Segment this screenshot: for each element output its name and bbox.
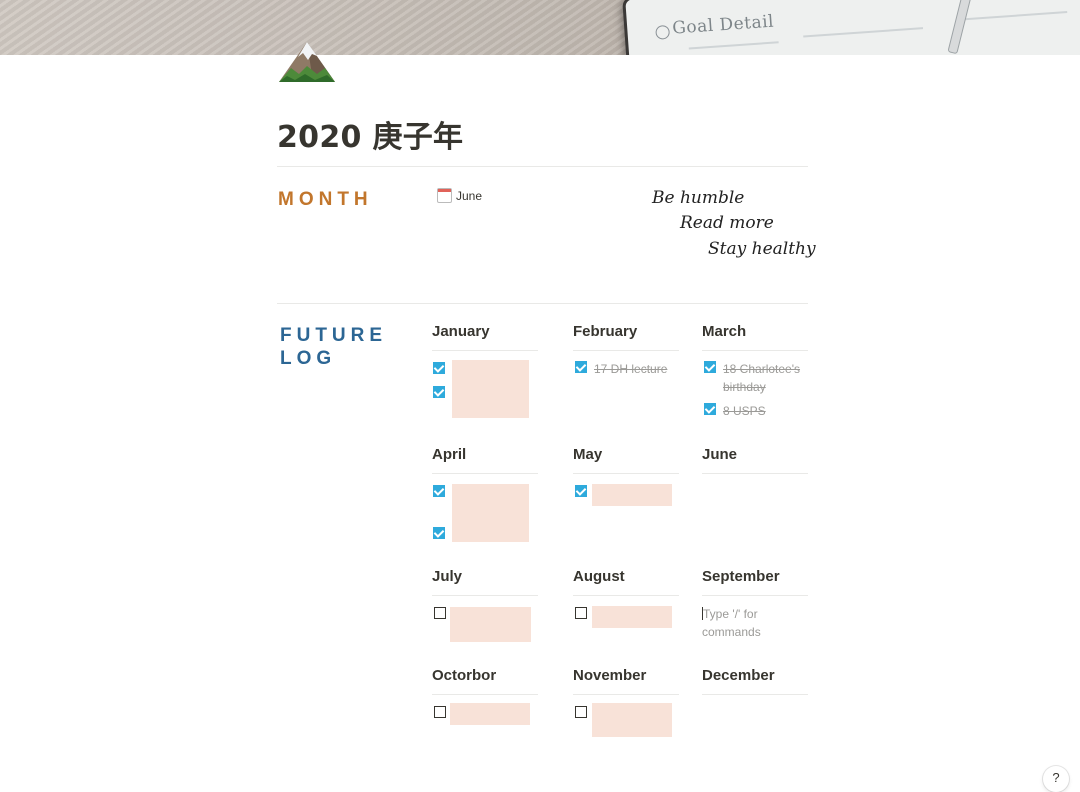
checked-checkbox[interactable] <box>433 485 445 497</box>
motto-line: Read more <box>680 213 774 233</box>
notebook-line <box>803 27 924 38</box>
month-block-february: February <box>573 323 679 351</box>
todo-text[interactable]: 8 USPS <box>723 402 766 420</box>
unchecked-checkbox[interactable] <box>575 706 587 718</box>
month-rule <box>702 350 808 351</box>
month-block-august: August <box>573 568 679 596</box>
checked-checkbox[interactable] <box>433 362 445 374</box>
notebook-line <box>957 11 1068 21</box>
todo-item[interactable] <box>434 606 446 619</box>
calendar-icon <box>437 188 452 203</box>
mountain-icon[interactable] <box>277 38 337 88</box>
month-rule <box>432 694 538 695</box>
motto-line: Stay healthy <box>708 239 816 259</box>
month-block-june: June <box>702 446 808 474</box>
empty-block-placeholder: Type '/' for commands <box>702 607 761 639</box>
month-rule <box>432 595 538 596</box>
month-block-november: November <box>573 667 679 695</box>
month-block-january: January <box>432 323 538 351</box>
month-heading[interactable]: February <box>573 323 679 341</box>
month-rule <box>432 350 538 351</box>
month-block-march: March <box>702 323 808 351</box>
month-block-december: December <box>702 667 808 695</box>
checked-checkbox[interactable] <box>704 403 716 415</box>
todo-text[interactable]: 17 DH lecture <box>594 360 667 378</box>
todo-text[interactable]: 18 Charlotee's birthday <box>723 360 808 396</box>
month-rule <box>573 350 679 351</box>
month-rule <box>702 473 808 474</box>
month-heading[interactable]: May <box>573 446 679 464</box>
unchecked-checkbox[interactable] <box>434 706 446 718</box>
todo-item[interactable]: 8 USPS <box>704 402 766 420</box>
future-log-label-line1: FUTURE <box>280 325 388 346</box>
todo-item[interactable]: 18 Charlotee's birthday <box>704 360 808 396</box>
todo-item[interactable] <box>575 484 587 497</box>
page-title[interactable]: 2020 庚子年 <box>277 112 463 156</box>
month-heading[interactable]: January <box>432 323 538 341</box>
empty-block-input[interactable]: Type '/' for commands <box>702 605 792 641</box>
todo-item[interactable] <box>575 705 587 718</box>
month-section-label: MONTH <box>278 189 373 210</box>
month-heading[interactable]: December <box>702 667 808 685</box>
redacted-text <box>592 703 672 737</box>
todo-item[interactable] <box>575 606 587 619</box>
checked-checkbox[interactable] <box>575 361 587 373</box>
todo-item[interactable]: 17 DH lecture <box>575 360 667 378</box>
redacted-text <box>450 607 531 642</box>
month-block-october: Octorbor <box>432 667 538 695</box>
todo-item[interactable] <box>433 526 445 539</box>
future-log-label: FUTURE LOG <box>280 324 410 370</box>
month-heading[interactable]: March <box>702 323 808 341</box>
redacted-text <box>452 484 529 542</box>
month-block-september: September <box>702 568 808 596</box>
month-block-may: May <box>573 446 679 474</box>
notebook-line <box>688 41 779 50</box>
month-rule <box>573 595 679 596</box>
month-heading[interactable]: June <box>702 446 808 464</box>
month-value-text: June <box>456 188 483 203</box>
todo-item[interactable] <box>433 361 445 374</box>
todo-item[interactable] <box>434 705 446 718</box>
month-heading[interactable]: Octorbor <box>432 667 538 685</box>
month-heading[interactable]: November <box>573 667 679 685</box>
page-cover[interactable]: Goal Detail <box>0 0 1080 55</box>
redacted-text <box>450 703 530 725</box>
title-divider <box>277 166 808 167</box>
unchecked-checkbox[interactable] <box>575 607 587 619</box>
todo-item[interactable] <box>433 484 445 497</box>
month-block-april: April <box>432 446 538 474</box>
month-value[interactable]: June <box>437 188 482 203</box>
month-heading[interactable]: September <box>702 568 808 586</box>
future-log-label-line2: LOG <box>280 348 337 369</box>
month-rule <box>432 473 538 474</box>
cover-notebook: Goal Detail <box>622 0 1080 55</box>
month-block-july: July <box>432 568 538 596</box>
checked-checkbox[interactable] <box>704 361 716 373</box>
month-rule <box>702 595 808 596</box>
month-heading[interactable]: August <box>573 568 679 586</box>
section-divider <box>277 303 808 304</box>
redacted-text <box>592 484 672 506</box>
unchecked-checkbox[interactable] <box>434 607 446 619</box>
month-rule <box>702 694 808 695</box>
redacted-text <box>452 360 529 418</box>
month-heading[interactable]: April <box>432 446 538 464</box>
checked-checkbox[interactable] <box>433 386 445 398</box>
notebook-logo-icon <box>655 24 671 40</box>
month-heading[interactable]: July <box>432 568 538 586</box>
help-button[interactable]: ? <box>1043 766 1069 792</box>
month-rule <box>573 473 679 474</box>
todo-item[interactable] <box>433 385 445 398</box>
notebook-title: Goal Detail <box>671 11 775 39</box>
motto-line: Be humble <box>652 188 745 208</box>
redacted-text <box>592 606 672 628</box>
checked-checkbox[interactable] <box>433 527 445 539</box>
checked-checkbox[interactable] <box>575 485 587 497</box>
month-rule <box>573 694 679 695</box>
